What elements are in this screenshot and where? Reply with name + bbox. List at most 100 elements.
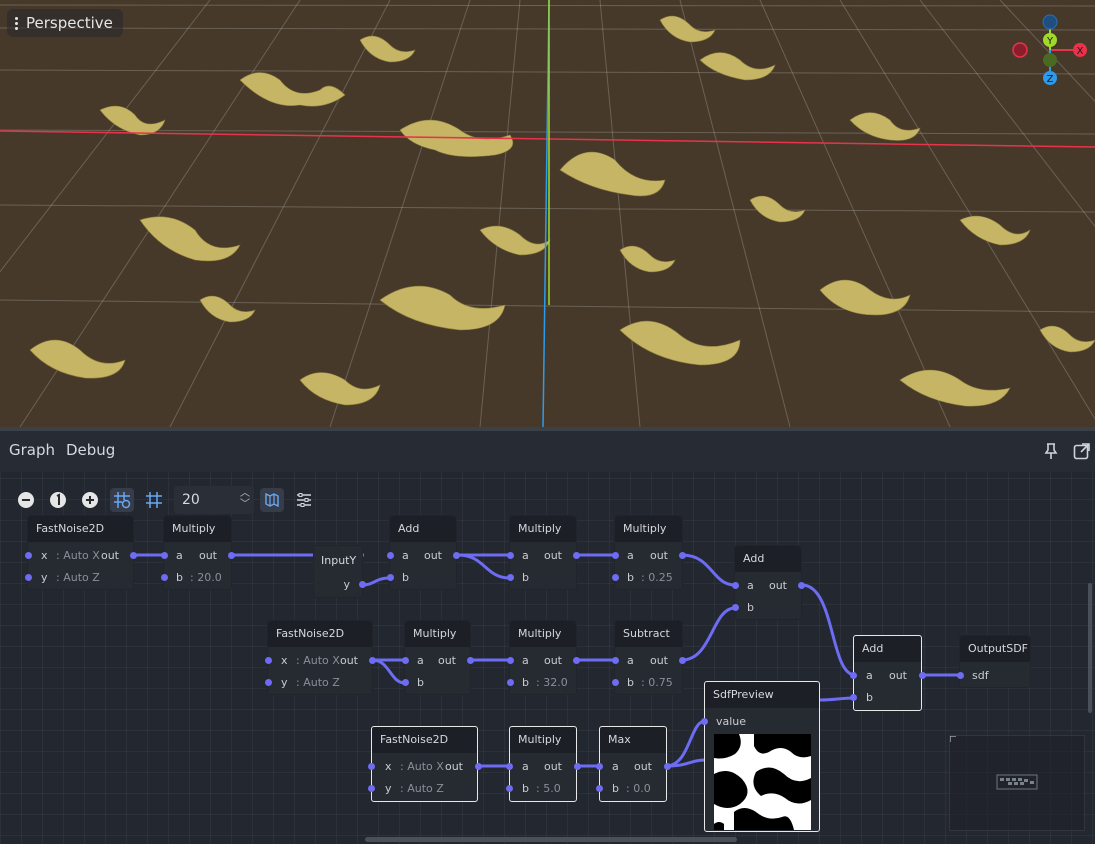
output-port-y[interactable] (359, 581, 366, 588)
show-grid-toggle[interactable] (142, 488, 166, 512)
grid-size-value: 20 (182, 492, 200, 508)
port-hint-b: : 0.25 (641, 571, 673, 584)
input-port-x[interactable] (265, 657, 272, 664)
node-outputsdf[interactable]: OutputSDF sdf (957, 635, 1031, 688)
input-port-a[interactable] (596, 763, 603, 770)
input-port-a[interactable] (612, 657, 619, 664)
output-port-out[interactable] (679, 657, 686, 664)
zoom-in-button[interactable] (78, 488, 102, 512)
terrain-scene (0, 0, 1095, 427)
node-title: FastNoise2D (372, 727, 477, 753)
node-fastnoise2d[interactable]: FastNoise2D x : Auto X out y : Auto Z (265, 620, 376, 695)
output-port-out[interactable] (664, 763, 671, 770)
node-multiply[interactable]: Multiply a out b : 5.0 (506, 726, 581, 802)
vertical-scrollbar[interactable] (1088, 583, 1092, 713)
node-inputy[interactable]: InputY y (313, 545, 366, 598)
input-port-a[interactable] (850, 672, 857, 679)
input-port-x[interactable] (368, 763, 375, 770)
minimap-toggle[interactable] (260, 488, 284, 512)
neg-z-axis-handle[interactable] (1042, 14, 1058, 30)
zoom-reset-button[interactable] (46, 488, 70, 512)
output-port-out[interactable] (574, 763, 581, 770)
grid-size-spinbox[interactable]: 20 ︿ ﹀ (174, 486, 254, 514)
input-port-b[interactable] (161, 574, 168, 581)
port-hint-y: : Auto Z (400, 782, 444, 795)
input-port-b[interactable] (506, 785, 513, 792)
output-port-out[interactable] (467, 657, 474, 664)
node-subtract[interactable]: Subtract a out b : 0.75 (612, 620, 686, 695)
port-label-a: a (522, 549, 529, 562)
input-port-x[interactable] (25, 552, 32, 559)
port-label-a: a (866, 669, 873, 682)
input-port-b[interactable] (732, 604, 739, 611)
output-port-out[interactable] (798, 582, 805, 589)
input-port-y[interactable] (25, 574, 32, 581)
output-port-out[interactable] (919, 672, 926, 679)
spin-arrows-icon[interactable]: ︿ ﹀ (240, 488, 250, 510)
undock-icon[interactable] (1072, 441, 1092, 461)
debug-menu[interactable]: Debug (66, 441, 115, 459)
node-title: Multiply (510, 621, 576, 647)
input-port-a[interactable] (732, 582, 739, 589)
input-port-b[interactable] (507, 679, 514, 686)
output-port-out[interactable] (228, 552, 235, 559)
input-port-value[interactable] (701, 718, 708, 725)
input-port-sdf[interactable] (957, 672, 964, 679)
input-port-a[interactable] (506, 763, 513, 770)
3d-viewport[interactable]: Perspective X Y Z (0, 0, 1095, 427)
input-port-b[interactable] (387, 574, 394, 581)
input-port-b[interactable] (612, 679, 619, 686)
output-port-out[interactable] (573, 657, 580, 664)
node-fastnoise2d[interactable]: FastNoise2D x : Auto X out y : Auto Z (25, 515, 137, 590)
horizontal-scrollbar[interactable] (365, 837, 737, 842)
pin-icon[interactable] (1041, 441, 1061, 461)
arrange-icon (297, 493, 311, 507)
input-port-a[interactable] (507, 657, 514, 664)
node-add[interactable]: Add a out b (387, 515, 460, 590)
graph-canvas[interactable]: 20 ︿ ﹀ FastNoise2D x : Auto X out y : Aut… (0, 472, 1095, 844)
node-max[interactable]: Max a out b : 0.0 (596, 726, 671, 802)
view-menu-button[interactable]: Perspective (7, 9, 123, 37)
output-port-out[interactable] (573, 552, 580, 559)
port-label-a: a (612, 760, 619, 773)
node-add[interactable]: Add a out b (732, 545, 805, 620)
node-multiply[interactable]: Multiply a out b (507, 515, 580, 590)
input-port-a[interactable] (387, 552, 394, 559)
input-port-b[interactable] (596, 785, 603, 792)
output-port-out[interactable] (130, 552, 137, 559)
input-port-y[interactable] (265, 679, 272, 686)
graph-menu[interactable]: Graph (9, 441, 55, 459)
port-label-out: out (339, 654, 358, 667)
neg-y-axis-handle[interactable] (1043, 53, 1057, 67)
node-multiply[interactable]: Multiply a out b : 0.25 (612, 515, 686, 590)
input-port-a[interactable] (161, 552, 168, 559)
output-port-out[interactable] (679, 552, 686, 559)
snap-grid-icon (114, 492, 131, 509)
neg-x-axis-handle[interactable] (1012, 42, 1028, 58)
port-label-out: out (888, 669, 907, 682)
arrange-nodes-button[interactable] (292, 488, 316, 512)
node-add[interactable]: Add a out b (850, 635, 926, 711)
node-multiply[interactable]: Multiply a out b (402, 620, 474, 695)
node-fastnoise2d[interactable]: FastNoise2D x : Auto X out y : Auto Z (368, 726, 482, 802)
input-port-a[interactable] (402, 657, 409, 664)
graph-minimap[interactable] (949, 735, 1085, 831)
output-port-out[interactable] (475, 763, 482, 770)
output-port-out[interactable] (453, 552, 460, 559)
input-port-b[interactable] (507, 574, 514, 581)
input-port-b[interactable] (612, 574, 619, 581)
snap-grid-toggle[interactable] (110, 488, 134, 512)
input-port-y[interactable] (368, 785, 375, 792)
input-port-a[interactable] (507, 552, 514, 559)
node-multiply[interactable]: Multiply a out b : 20.0 (161, 515, 235, 590)
input-port-b[interactable] (850, 694, 857, 701)
orientation-gizmo[interactable]: X Y Z (1008, 10, 1094, 90)
output-port-out[interactable] (369, 657, 376, 664)
input-port-b[interactable] (402, 679, 409, 686)
node-multiply[interactable]: Multiply a out b : 32.0 (507, 620, 580, 695)
port-label-sdf: sdf (972, 669, 989, 682)
port-label-b: b (612, 782, 619, 795)
zoom-out-button[interactable] (14, 488, 38, 512)
node-sdfpreview[interactable]: SdfPreview value (701, 681, 820, 832)
input-port-a[interactable] (612, 552, 619, 559)
